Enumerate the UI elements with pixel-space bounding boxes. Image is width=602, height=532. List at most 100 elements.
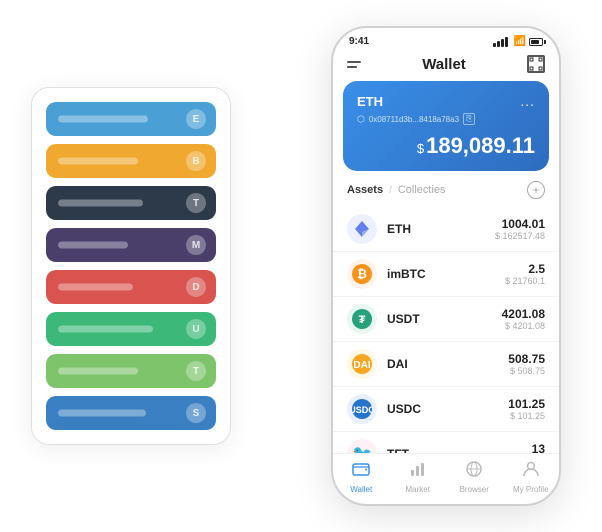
asset-amount-imbtc: 2.5 xyxy=(505,262,545,276)
eth-currency-symbol: $ xyxy=(417,141,424,156)
assets-header: Assets / Collecties + xyxy=(333,181,559,207)
scan-icon[interactable] xyxy=(527,55,545,73)
asset-amount-usdc: 101.25 xyxy=(508,397,545,411)
card-icon: U xyxy=(186,319,206,339)
asset-icon-tft: 🐦 xyxy=(347,439,377,453)
asset-info-usdc: USDC xyxy=(387,402,508,416)
svg-text:₮: ₮ xyxy=(359,314,366,326)
asset-usd-usdc: $ 101.25 xyxy=(508,411,545,421)
assets-tab-collecties[interactable]: Collecties xyxy=(398,184,446,196)
nav-item-market[interactable]: Market xyxy=(390,460,447,494)
asset-info-usdt: USDT xyxy=(387,312,502,326)
svg-text:₿: ₿ xyxy=(357,267,367,281)
asset-row-tft[interactable]: 🐦 TFT 13 0 xyxy=(333,432,559,453)
eth-address-text: 0x08711d3b...8418a78a3 xyxy=(369,115,459,124)
profile-nav-label: My Profile xyxy=(513,485,549,494)
assets-tab-active[interactable]: Assets xyxy=(347,184,383,196)
card-item[interactable]: U xyxy=(46,312,216,346)
eth-label: ETH xyxy=(357,94,383,109)
card-stack: E B T M D U T S xyxy=(31,87,231,445)
asset-usd-eth: $ 162517.48 xyxy=(495,231,545,241)
asset-usd-imbtc: $ 21760.1 xyxy=(505,276,545,286)
asset-icon-imbtc: ₿ xyxy=(347,259,377,289)
asset-amount-eth: 1004.01 xyxy=(495,217,545,231)
asset-usd-dai: $ 508.75 xyxy=(508,366,545,376)
asset-name-usdc: USDC xyxy=(387,402,508,416)
asset-info-imbtc: imBTC xyxy=(387,267,505,281)
copy-icon[interactable]: ⎘ xyxy=(463,113,475,125)
asset-row-imbtc[interactable]: ₿ imBTC 2.5 $ 21760.1 xyxy=(333,252,559,297)
asset-name-dai: DAI xyxy=(387,357,508,371)
asset-amount-dai: 508.75 xyxy=(508,352,545,366)
card-icon: E xyxy=(186,109,206,129)
card-icon: M xyxy=(186,235,206,255)
assets-separator: / xyxy=(389,185,392,196)
asset-values-tft: 13 0 xyxy=(532,442,545,453)
asset-row-eth[interactable]: ETH 1004.01 $ 162517.48 xyxy=(333,207,559,252)
asset-name-eth: ETH xyxy=(387,222,495,236)
asset-values-usdc: 101.25 $ 101.25 xyxy=(508,397,545,421)
card-icon: T xyxy=(186,361,206,381)
wallet-nav-icon xyxy=(352,460,370,483)
asset-name-imbtc: imBTC xyxy=(387,267,505,281)
nav-item-wallet[interactable]: Wallet xyxy=(333,460,390,494)
asset-usd-usdt: $ 4201.08 xyxy=(502,321,545,331)
phone-mockup: 9:41 📶 Wallet xyxy=(331,26,561,506)
nav-item-profile[interactable]: My Profile xyxy=(503,460,560,494)
asset-icon-usdt: ₮ xyxy=(347,304,377,334)
market-nav-icon xyxy=(409,460,427,483)
bottom-nav: Wallet Market Browser xyxy=(333,453,559,504)
asset-icon-eth xyxy=(347,214,377,244)
asset-values-imbtc: 2.5 $ 21760.1 xyxy=(505,262,545,286)
add-asset-button[interactable]: + xyxy=(527,181,545,199)
asset-amount-usdt: 4201.08 xyxy=(502,307,545,321)
market-nav-label: Market xyxy=(406,485,430,494)
status-time: 9:41 xyxy=(349,36,369,47)
asset-name-usdt: USDT xyxy=(387,312,502,326)
card-icon: T xyxy=(186,193,206,213)
status-bar: 9:41 📶 xyxy=(333,28,559,51)
asset-info-eth: ETH xyxy=(387,222,495,236)
card-icon: S xyxy=(186,403,206,423)
browser-nav-label: Browser xyxy=(460,485,489,494)
eth-address-icon: ⬡ xyxy=(357,114,365,125)
wallet-nav-label: Wallet xyxy=(350,485,372,494)
profile-nav-icon xyxy=(522,460,540,483)
card-item[interactable]: T xyxy=(46,186,216,220)
card-item[interactable]: T xyxy=(46,354,216,388)
card-item[interactable]: B xyxy=(46,144,216,178)
assets-tabs: Assets / Collecties xyxy=(347,184,446,196)
asset-values-eth: 1004.01 $ 162517.48 xyxy=(495,217,545,241)
menu-icon[interactable] xyxy=(347,61,361,68)
scene: E B T M D U T S xyxy=(21,16,581,516)
card-item[interactable]: E xyxy=(46,102,216,136)
asset-icon-usdc: USDC xyxy=(347,394,377,424)
card-item[interactable]: S xyxy=(46,396,216,430)
asset-row-dai[interactable]: DAI DAI 508.75 $ 508.75 xyxy=(333,342,559,387)
asset-icon-dai: DAI xyxy=(347,349,377,379)
asset-info-dai: DAI xyxy=(387,357,508,371)
asset-row-usdt[interactable]: ₮ USDT 4201.08 $ 4201.08 xyxy=(333,297,559,342)
card-icon: D xyxy=(186,277,206,297)
battery-icon xyxy=(529,38,543,46)
asset-row-usdc[interactable]: USDC USDC 101.25 $ 101.25 xyxy=(333,387,559,432)
card-item[interactable]: D xyxy=(46,270,216,304)
eth-card-header: ETH ... xyxy=(357,93,535,109)
card-icon: B xyxy=(186,151,206,171)
eth-card[interactable]: ETH ... ⬡ 0x08711d3b...8418a78a3 ⎘ $189,… xyxy=(343,81,549,171)
browser-nav-icon xyxy=(465,460,483,483)
phone-content: ETH ... ⬡ 0x08711d3b...8418a78a3 ⎘ $189,… xyxy=(333,81,559,504)
card-item[interactable]: M xyxy=(46,228,216,262)
asset-amount-tft: 13 xyxy=(532,442,545,453)
nav-item-browser[interactable]: Browser xyxy=(446,460,503,494)
page-title: Wallet xyxy=(422,56,466,73)
status-icons: 📶 xyxy=(493,36,543,47)
asset-list: ETH 1004.01 $ 162517.48 ₿ imBTC 2 xyxy=(333,207,559,453)
signal-icon xyxy=(493,37,508,47)
eth-address: ⬡ 0x08711d3b...8418a78a3 ⎘ xyxy=(357,113,535,125)
svg-text:USDC: USDC xyxy=(351,405,373,415)
dots-menu[interactable]: ... xyxy=(520,93,535,109)
eth-amount: $189,089.11 xyxy=(357,133,535,159)
asset-values-dai: 508.75 $ 508.75 xyxy=(508,352,545,376)
svg-text:DAI: DAI xyxy=(353,360,370,371)
